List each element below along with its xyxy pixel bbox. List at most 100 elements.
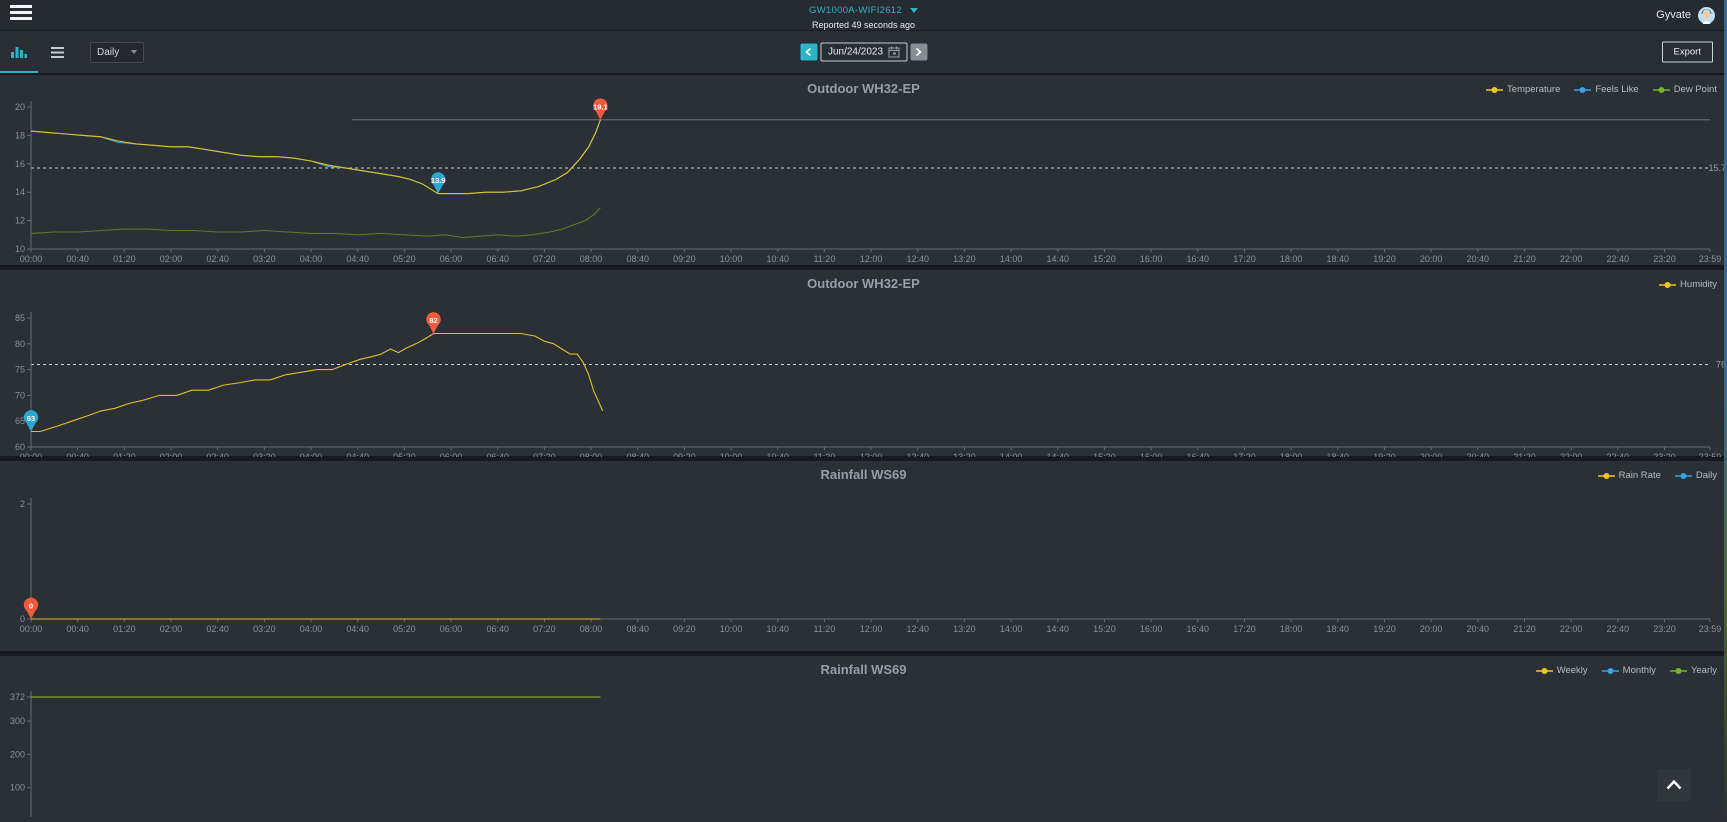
svg-text:11:20: 11:20 bbox=[813, 254, 835, 264]
chart-toolbar: Daily Jun/24/2023 Export bbox=[0, 30, 1727, 73]
svg-text:23:59: 23:59 bbox=[1699, 452, 1722, 457]
svg-text:23:20: 23:20 bbox=[1653, 254, 1676, 264]
svg-text:06:40: 06:40 bbox=[486, 624, 509, 634]
svg-text:02:00: 02:00 bbox=[160, 624, 183, 634]
svg-text:16:40: 16:40 bbox=[1187, 452, 1210, 457]
svg-text:18:40: 18:40 bbox=[1327, 452, 1350, 457]
date-picker[interactable]: Jun/24/2023 bbox=[820, 43, 907, 62]
svg-text:21:20: 21:20 bbox=[1513, 254, 1536, 264]
legend-item-daily[interactable]: Daily bbox=[1675, 470, 1717, 481]
list-icon bbox=[51, 47, 64, 58]
date-prev-button[interactable] bbox=[800, 44, 817, 61]
chart-legend: Rain Rate Daily bbox=[1598, 470, 1717, 481]
svg-text:06:00: 06:00 bbox=[440, 254, 463, 264]
svg-text:05:20: 05:20 bbox=[393, 452, 416, 457]
chart-title: Rainfall WS69 bbox=[0, 656, 1727, 677]
export-button[interactable]: Export bbox=[1662, 42, 1713, 63]
svg-text:100: 100 bbox=[10, 783, 25, 793]
marker-pin-min: 63 bbox=[24, 410, 38, 431]
svg-text:16:00: 16:00 bbox=[1140, 624, 1163, 634]
svg-text:20:40: 20:40 bbox=[1467, 452, 1490, 457]
svg-text:08:40: 08:40 bbox=[626, 254, 649, 264]
svg-text:22:40: 22:40 bbox=[1607, 452, 1630, 457]
top-header: GW1000A-WIFI2612 Reported 49 seconds ago… bbox=[0, 0, 1727, 30]
legend-marker-icon bbox=[1659, 281, 1676, 289]
date-next-button[interactable] bbox=[910, 44, 927, 61]
legend-item-rain-rate[interactable]: Rain Rate bbox=[1598, 470, 1661, 481]
legend-marker-icon bbox=[1486, 86, 1503, 94]
svg-text:19:20: 19:20 bbox=[1373, 624, 1396, 634]
svg-text:20:00: 20:00 bbox=[1420, 624, 1443, 634]
chart-legend: Weekly Monthly Yearly bbox=[1536, 665, 1717, 676]
svg-text:10:00: 10:00 bbox=[720, 452, 743, 457]
svg-text:18:00: 18:00 bbox=[1280, 452, 1303, 457]
svg-text:75: 75 bbox=[15, 365, 25, 375]
svg-text:23:59: 23:59 bbox=[1699, 254, 1722, 264]
svg-text:0: 0 bbox=[29, 602, 33, 611]
legend-item-feels-like[interactable]: Feels Like bbox=[1574, 84, 1638, 95]
svg-text:23:20: 23:20 bbox=[1653, 452, 1676, 457]
user-menu[interactable]: Gyvate bbox=[1656, 0, 1715, 30]
svg-text:200: 200 bbox=[10, 749, 25, 759]
legend-marker-icon bbox=[1598, 472, 1615, 480]
svg-text:23:59: 23:59 bbox=[1699, 624, 1722, 634]
svg-text:12:40: 12:40 bbox=[906, 254, 929, 264]
legend-marker-icon bbox=[1653, 86, 1670, 94]
chart-title: Rainfall WS69 bbox=[0, 461, 1727, 482]
chart-panel-rainfall-rate: Rainfall WS69 Rain RateDaily 2000:0000:4… bbox=[0, 461, 1727, 651]
legend-marker-icon bbox=[1675, 472, 1692, 480]
svg-text:04:40: 04:40 bbox=[346, 624, 369, 634]
chart-plot: 372300200100 bbox=[0, 679, 1727, 817]
svg-text:07:20: 07:20 bbox=[533, 452, 556, 457]
svg-text:20:40: 20:40 bbox=[1467, 624, 1490, 634]
legend-item-yearly[interactable]: Yearly bbox=[1670, 665, 1717, 676]
chart-legend: Temperature Feels Like Dew Point bbox=[1486, 84, 1717, 95]
svg-text:01:20: 01:20 bbox=[113, 452, 136, 457]
svg-text:02:00: 02:00 bbox=[160, 452, 183, 457]
svg-text:19:20: 19:20 bbox=[1373, 254, 1396, 264]
svg-text:06:40: 06:40 bbox=[486, 254, 509, 264]
svg-text:22:00: 22:00 bbox=[1560, 254, 1583, 264]
svg-text:02:40: 02:40 bbox=[206, 254, 229, 264]
svg-text:02:40: 02:40 bbox=[206, 452, 229, 457]
svg-text:10:00: 10:00 bbox=[720, 254, 743, 264]
legend-item-weekly[interactable]: Weekly bbox=[1536, 665, 1588, 676]
legend-item-humidity[interactable]: Humidity bbox=[1659, 279, 1717, 290]
svg-text:15:20: 15:20 bbox=[1093, 624, 1116, 634]
reported-status: Reported 49 seconds ago bbox=[704, 20, 1024, 30]
chevron-down-icon bbox=[910, 8, 918, 13]
device-selector[interactable]: GW1000A-WIFI2612 bbox=[809, 5, 918, 16]
svg-text:04:00: 04:00 bbox=[300, 452, 323, 457]
svg-text:17:20: 17:20 bbox=[1233, 624, 1256, 634]
range-select[interactable]: Daily bbox=[90, 42, 144, 63]
menu-icon[interactable] bbox=[10, 4, 32, 26]
tab-list-view[interactable] bbox=[38, 31, 76, 73]
svg-text:08:40: 08:40 bbox=[626, 624, 649, 634]
tab-chart-view[interactable] bbox=[0, 31, 38, 73]
scroll-to-top-button[interactable] bbox=[1657, 769, 1691, 801]
svg-text:22:40: 22:40 bbox=[1607, 624, 1630, 634]
svg-text:13:20: 13:20 bbox=[953, 452, 976, 457]
svg-text:16:40: 16:40 bbox=[1187, 624, 1210, 634]
svg-text:00:40: 00:40 bbox=[66, 254, 89, 264]
legend-item-temperature[interactable]: Temperature bbox=[1486, 84, 1560, 95]
svg-text:20:00: 20:00 bbox=[1420, 452, 1443, 457]
svg-text:12:40: 12:40 bbox=[906, 452, 929, 457]
svg-text:00:00: 00:00 bbox=[20, 624, 43, 634]
svg-text:03:20: 03:20 bbox=[253, 624, 276, 634]
legend-item-monthly[interactable]: Monthly bbox=[1602, 665, 1656, 676]
svg-text:01:20: 01:20 bbox=[113, 254, 136, 264]
legend-marker-icon bbox=[1670, 667, 1687, 675]
svg-text:63: 63 bbox=[27, 414, 35, 423]
svg-text:17:20: 17:20 bbox=[1233, 254, 1256, 264]
chevron-left-icon bbox=[805, 48, 811, 57]
svg-text:20:40: 20:40 bbox=[1467, 254, 1490, 264]
svg-text:05:20: 05:20 bbox=[393, 624, 416, 634]
bar-chart-icon bbox=[11, 44, 27, 58]
svg-text:13:20: 13:20 bbox=[953, 624, 976, 634]
svg-text:10:40: 10:40 bbox=[766, 624, 789, 634]
svg-text:20:00: 20:00 bbox=[1420, 254, 1443, 264]
svg-text:15:20: 15:20 bbox=[1093, 452, 1116, 457]
date-value: Jun/24/2023 bbox=[828, 47, 883, 58]
legend-item-dew-point[interactable]: Dew Point bbox=[1653, 84, 1717, 95]
